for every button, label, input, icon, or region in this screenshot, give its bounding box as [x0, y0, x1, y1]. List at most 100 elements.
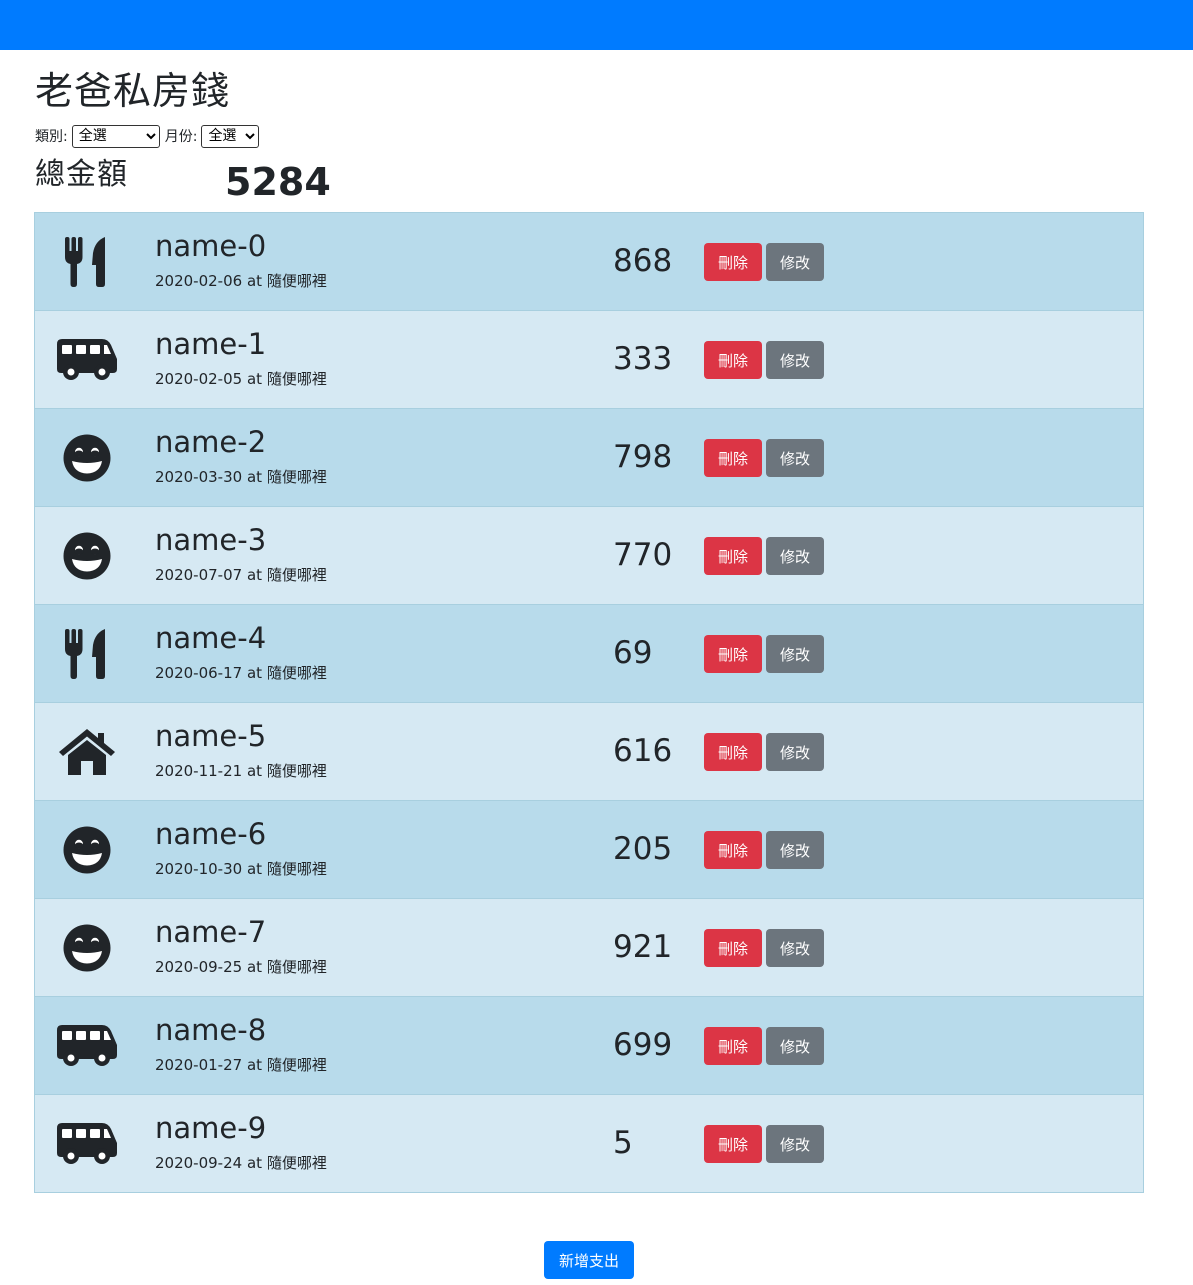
expense-name: name-6: [155, 817, 267, 851]
edit-button[interactable]: 修改: [766, 537, 824, 575]
expense-amount: 69: [613, 635, 653, 671]
expense-row: name-2 2020-03-30 at 隨便哪裡 798 刪除 修改: [35, 409, 1143, 507]
total-value: 5284: [225, 160, 331, 204]
expense-name: name-1: [155, 327, 267, 361]
expense-name: name-7: [155, 915, 267, 949]
expense-place: 隨便哪裡: [266, 762, 327, 780]
expense-meta: 2020-06-17 at 隨便哪裡: [155, 663, 327, 683]
page-title: 老爸私房錢: [35, 69, 231, 113]
expense-row: name-7 2020-09-25 at 隨便哪裡 921 刪除 修改: [35, 899, 1143, 997]
expense-at: at: [246, 468, 263, 486]
expense-amount: 699: [613, 1027, 673, 1063]
expense-place: 隨便哪裡: [266, 566, 327, 584]
expense-meta: 2020-09-24 at 隨便哪裡: [155, 1153, 327, 1173]
expense-at: at: [246, 1154, 263, 1172]
grin-icon: [55, 431, 119, 485]
add-expense-button[interactable]: 新增支出: [544, 1241, 634, 1279]
expense-place: 隨便哪裡: [266, 370, 327, 388]
expense-date: 2020-11-21: [155, 762, 243, 780]
expense-row: name-8 2020-01-27 at 隨便哪裡 699 刪除 修改: [35, 997, 1143, 1095]
edit-button[interactable]: 修改: [766, 831, 824, 869]
month-select[interactable]: 全選: [201, 124, 260, 148]
expense-place: 隨便哪裡: [266, 272, 327, 290]
expense-date: 2020-09-25: [155, 958, 243, 976]
edit-button[interactable]: 修改: [766, 1125, 824, 1163]
edit-button[interactable]: 修改: [766, 635, 824, 673]
expense-date: 2020-02-06: [155, 272, 243, 290]
expense-at: at: [246, 958, 263, 976]
edit-button[interactable]: 修改: [766, 929, 824, 967]
grin-icon: [55, 921, 119, 975]
delete-button[interactable]: 刪除: [704, 831, 762, 869]
expense-name: name-4: [155, 621, 267, 655]
delete-button[interactable]: 刪除: [704, 439, 762, 477]
expense-name: name-2: [155, 425, 267, 459]
expense-date: 2020-09-24: [155, 1154, 243, 1172]
edit-button[interactable]: 修改: [766, 243, 824, 281]
expense-at: at: [246, 1056, 263, 1074]
expense-amount: 333: [613, 341, 673, 377]
total-label: 總金額: [35, 157, 128, 192]
delete-button[interactable]: 刪除: [704, 537, 762, 575]
expense-amount: 798: [613, 439, 673, 475]
expense-date: 2020-03-30: [155, 468, 243, 486]
delete-button[interactable]: 刪除: [704, 341, 762, 379]
expense-place: 隨便哪裡: [266, 958, 327, 976]
expense-meta: 2020-03-30 at 隨便哪裡: [155, 467, 327, 487]
bus-icon: [55, 333, 119, 387]
expense-list: name-0 2020-02-06 at 隨便哪裡 868 刪除 修改 name…: [34, 212, 1144, 1193]
bus-icon: [55, 1019, 119, 1073]
expense-meta: 2020-07-07 at 隨便哪裡: [155, 565, 327, 585]
expense-date: 2020-10-30: [155, 860, 243, 878]
expense-at: at: [246, 272, 263, 290]
expense-row: name-3 2020-07-07 at 隨便哪裡 770 刪除 修改: [35, 507, 1143, 605]
expense-amount: 868: [613, 243, 673, 279]
expense-name: name-3: [155, 523, 267, 557]
grin-icon: [55, 529, 119, 583]
expense-meta: 2020-01-27 at 隨便哪裡: [155, 1055, 327, 1075]
expense-date: 2020-06-17: [155, 664, 243, 682]
delete-button[interactable]: 刪除: [704, 929, 762, 967]
filter-bar: 類別: 全選 月份: 全選: [35, 124, 264, 148]
expense-amount: 5: [613, 1125, 633, 1161]
delete-button[interactable]: 刪除: [704, 1125, 762, 1163]
expense-meta: 2020-11-21 at 隨便哪裡: [155, 761, 327, 781]
utensils-icon: [55, 627, 119, 681]
edit-button[interactable]: 修改: [766, 439, 824, 477]
expense-row: name-0 2020-02-06 at 隨便哪裡 868 刪除 修改: [35, 213, 1143, 311]
expense-at: at: [246, 566, 263, 584]
expense-meta: 2020-02-05 at 隨便哪裡: [155, 369, 327, 389]
expense-date: 2020-07-07: [155, 566, 243, 584]
expense-at: at: [246, 370, 263, 388]
delete-button[interactable]: 刪除: [704, 733, 762, 771]
expense-row: name-9 2020-09-24 at 隨便哪裡 5 刪除 修改: [35, 1095, 1143, 1192]
expense-row: name-6 2020-10-30 at 隨便哪裡 205 刪除 修改: [35, 801, 1143, 899]
edit-button[interactable]: 修改: [766, 341, 824, 379]
expense-row: name-4 2020-06-17 at 隨便哪裡 69 刪除 修改: [35, 605, 1143, 703]
expense-amount: 205: [613, 831, 673, 867]
delete-button[interactable]: 刪除: [704, 243, 762, 281]
bus-icon: [55, 1117, 119, 1171]
expense-row: name-1 2020-02-05 at 隨便哪裡 333 刪除 修改: [35, 311, 1143, 409]
delete-button[interactable]: 刪除: [704, 1027, 762, 1065]
grin-icon: [55, 823, 119, 877]
expense-meta: 2020-10-30 at 隨便哪裡: [155, 859, 327, 879]
expense-at: at: [246, 664, 263, 682]
month-label: 月份:: [164, 129, 198, 145]
category-label: 類別:: [35, 129, 68, 145]
expense-name: name-8: [155, 1013, 267, 1047]
expense-at: at: [246, 762, 263, 780]
home-icon: [55, 725, 119, 779]
delete-button[interactable]: 刪除: [704, 635, 762, 673]
expense-amount: 770: [613, 537, 673, 573]
category-select[interactable]: 全選: [71, 124, 160, 148]
edit-button[interactable]: 修改: [766, 1027, 824, 1065]
expense-date: 2020-01-27: [155, 1056, 243, 1074]
expense-amount: 921: [613, 929, 673, 965]
expense-meta: 2020-02-06 at 隨便哪裡: [155, 271, 327, 291]
expense-at: at: [246, 860, 263, 878]
expense-place: 隨便哪裡: [266, 468, 327, 486]
top-navbar: [0, 0, 1193, 50]
edit-button[interactable]: 修改: [766, 733, 824, 771]
expense-name: name-9: [155, 1111, 267, 1145]
